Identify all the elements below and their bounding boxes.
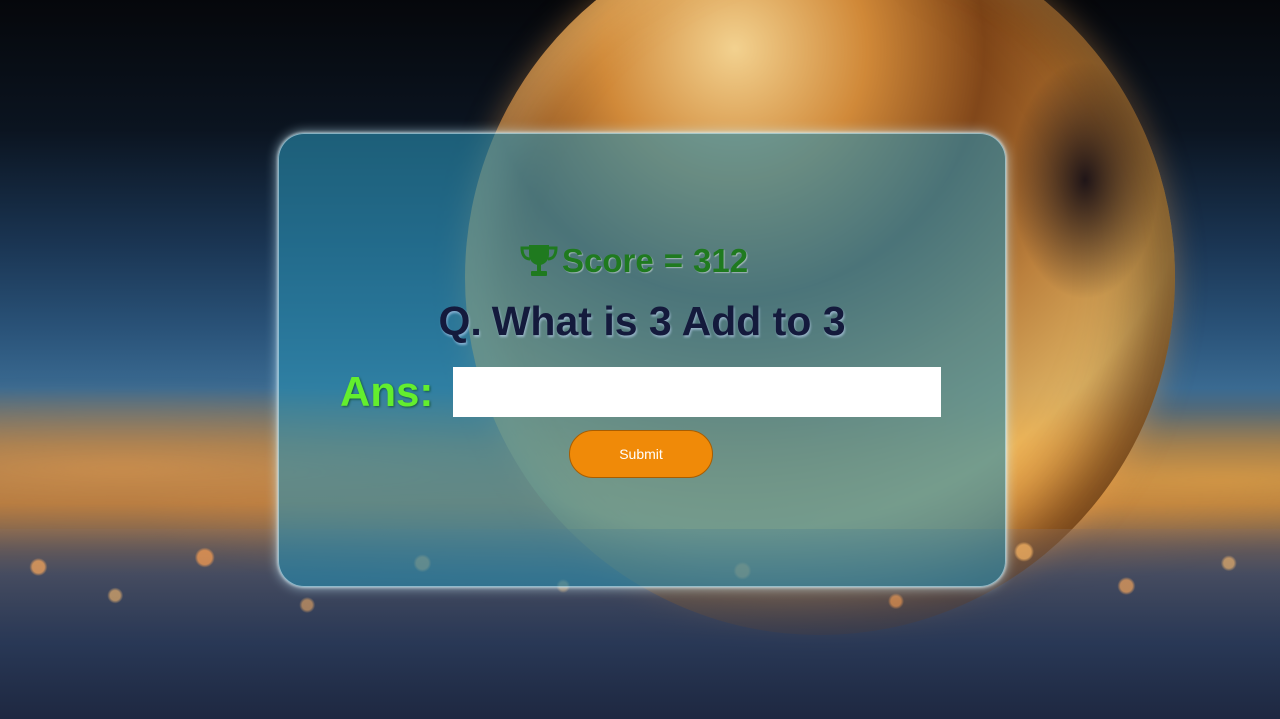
- answer-label: Ans:: [340, 368, 434, 415]
- score-value: 312: [693, 242, 749, 279]
- trophy-icon: [520, 245, 558, 276]
- quiz-card: [278, 133, 1006, 587]
- question-text: Q. What is 3 Add to 3: [0, 298, 1280, 345]
- submit-button[interactable]: Submit: [569, 430, 713, 478]
- score-label: Score: [562, 242, 654, 279]
- answer-input[interactable]: [453, 367, 941, 417]
- question-prefix: Q.: [438, 298, 482, 344]
- bubble-shadow: [1010, 60, 1160, 300]
- score-display: Score = 312: [518, 240, 748, 282]
- score-equals: =: [663, 242, 683, 279]
- question-body: What is 3 Add to 3: [491, 298, 846, 344]
